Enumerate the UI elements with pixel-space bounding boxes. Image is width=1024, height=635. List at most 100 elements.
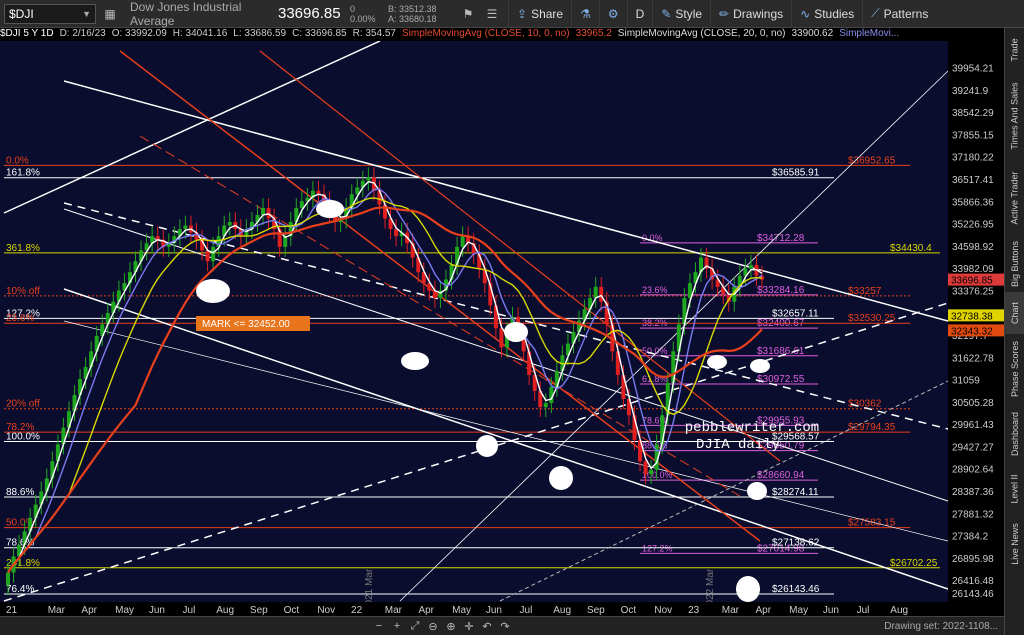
price-bubble-label: 32343.32 [951, 326, 993, 337]
zoom-fit-icon[interactable]: ⤢ [406, 617, 424, 635]
side-tab-live-news[interactable]: Live News [1005, 514, 1024, 574]
white-level-value: $32657.11 [772, 308, 819, 319]
flag-icon[interactable]: ⚑ [458, 4, 478, 24]
plus-icon[interactable]: + [388, 617, 406, 635]
grid-icon[interactable]: ▦ [100, 4, 120, 24]
patterns-label: Patterns [883, 6, 929, 21]
candle-body [227, 222, 232, 226]
price-bubble-label: 32738.38 [951, 311, 993, 322]
patterns-button[interactable]: ⟋ Patterns [862, 0, 936, 28]
sliders-icon[interactable]: ☰ [482, 4, 502, 24]
side-tab-phase-scores[interactable]: Phase Scores [1005, 334, 1024, 404]
side-tab-label: Dashboard [1010, 411, 1020, 457]
candle-body [593, 286, 598, 298]
marker-dot [747, 482, 767, 500]
legend-high: H: 34041.16 [172, 28, 228, 39]
time-tick-label: Apr [755, 605, 771, 616]
watermark-line2: DJIA daily [696, 437, 780, 453]
fib-right-value: $34712.28 [757, 233, 805, 244]
gear-icon: ⚙ [607, 6, 619, 21]
time-tick-label: Jun [823, 605, 839, 616]
period-button[interactable]: D [626, 0, 653, 28]
mark-badge-text: MARK <= 32452.00 [202, 319, 290, 330]
redo-icon[interactable]: ↷ [496, 617, 514, 635]
time-tick-label: Nov [317, 605, 335, 616]
legend-sma-more[interactable]: SimpleMovi... [839, 28, 899, 41]
white-level-value: $26143.46 [772, 584, 820, 595]
time-tick-label: Mar [385, 605, 403, 616]
undo-icon[interactable]: ↶ [478, 617, 496, 635]
minus-icon[interactable]: − [370, 617, 388, 635]
legend-range: R: 354.57 [352, 28, 396, 39]
price-axis[interactable]: 39954.21 39241.9 38542.29 37855.15 37180.22 3… [948, 41, 1004, 602]
time-tick-label: 21 [6, 605, 18, 616]
share-label: Share [531, 6, 564, 21]
top-toolbar: $DJI ▼ ▦ Dow Jones Industrial Average 33… [0, 0, 1024, 28]
drawing-set-label[interactable]: Drawing set: 2022-1108... [884, 621, 998, 632]
marker-dot [750, 359, 770, 373]
fib-right-label: 23.6% [642, 285, 668, 295]
side-tab-times-and-sales[interactable]: Times And Sales [1005, 72, 1024, 160]
time-tick-label: Aug [553, 605, 571, 616]
candle-body [460, 236, 465, 247]
marker-dot [476, 435, 498, 457]
price-tick-label: 39241.9 [952, 86, 989, 97]
time-tick-label: May [115, 605, 134, 616]
yellow-level-label: 361.8% [6, 243, 40, 254]
legend-sma20[interactable]: SimpleMovingAvg (CLOSE, 20, 0, no) [618, 28, 786, 41]
price-tick-label: 37855.15 [952, 130, 994, 141]
time-tick-label: Aug [216, 605, 234, 616]
gear-button[interactable]: ⚙ [598, 0, 627, 28]
time-tick-label: Sep [250, 605, 268, 616]
share-button[interactable]: ⇪ Share [508, 0, 571, 28]
time-tick-label: Apr [418, 605, 434, 616]
price-tick-label: 26416.48 [952, 576, 994, 587]
price-tick-label: 33982.09 [952, 264, 994, 275]
price-tick-label: 26895.98 [952, 554, 994, 565]
magnifier-plus-icon[interactable]: ⊕ [442, 617, 460, 635]
price-bubble-label: 33696.85 [951, 276, 993, 287]
symbol-input[interactable]: $DJI ▼ [4, 3, 96, 24]
candle-body [6, 572, 10, 586]
price-tick-label: 27881.32 [952, 509, 994, 520]
time-tick-label: 23 [688, 605, 700, 616]
style-button[interactable]: ✎ Style [652, 0, 710, 28]
studies-button[interactable]: ∿ Studies [791, 0, 862, 28]
side-tab-active-trader[interactable]: Active Trader [1005, 160, 1024, 236]
legend-symbol[interactable]: $DJI 5 Y 1D [0, 28, 54, 41]
price-change: 0 0.00% [350, 4, 388, 24]
period-label: D [635, 6, 645, 21]
flask-button[interactable]: ⚗ [571, 0, 599, 28]
price-tick-label: 28902.64 [952, 465, 994, 476]
candle-body [299, 201, 304, 209]
candle-body [649, 469, 654, 475]
price-tick-label: 39954.21 [952, 64, 994, 75]
chart-canvas[interactable]: 0.0% $34712.2823.6% $33284.1638.2% $32400.6… [0, 41, 948, 602]
side-tab-big-buttons[interactable]: Big Buttons [1005, 236, 1024, 292]
magnifier-minus-icon[interactable]: ⊖ [424, 617, 442, 635]
price-tick-label: 35866.36 [952, 197, 994, 208]
fib-right-label: 61.8% [642, 374, 668, 384]
patterns-icon: ⟋ [871, 6, 880, 20]
side-tab-chart[interactable]: Chart [1005, 292, 1024, 334]
side-tab-label: Level II [1010, 474, 1020, 504]
marker-dot [316, 200, 344, 218]
price-chart[interactable]: 0.0% $34712.28 23.6% $33284.16 38.2% $32400.6… [0, 41, 948, 602]
drawings-button[interactable]: ✏ Drawings [710, 0, 791, 28]
red-level-label: 10% off [6, 286, 40, 297]
side-tab-label: Trade [1010, 38, 1020, 62]
price-tick-label: 29961.43 [952, 420, 994, 431]
time-tick-label: Mar [48, 605, 66, 616]
crosshair-icon[interactable]: ✛ [460, 617, 478, 635]
white-level-value: $36585.91 [772, 168, 820, 179]
side-tab-trade[interactable]: Trade [1005, 28, 1024, 72]
candle-body [211, 246, 216, 262]
side-tab-dashboard[interactable]: Dashboard [1005, 404, 1024, 464]
time-tick-label: Jun [486, 605, 502, 616]
candle-body [261, 208, 266, 216]
legend-sma10[interactable]: SimpleMovingAvg (CLOSE, 10, 0, no) [402, 28, 570, 41]
side-tab-level-ii[interactable]: Level II [1005, 464, 1024, 514]
mark-badge[interactable]: MARK <= 32452.00 [196, 316, 310, 331]
legend-sma10-value: 33965.2 [575, 28, 612, 39]
time-axis[interactable]: 21 Mar Apr May Jun Jul Aug Sep Oct Nov 22 Mar Apr May… [0, 602, 948, 616]
